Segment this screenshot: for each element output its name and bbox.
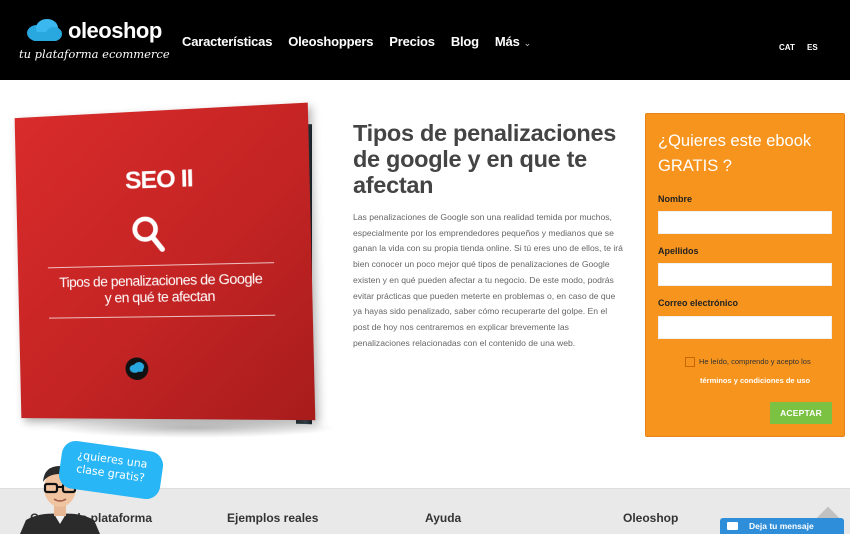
brand-name: oleoshop [68, 18, 162, 44]
nav-blog[interactable]: Blog [451, 34, 479, 49]
book-divider-top [48, 262, 274, 268]
terms-link[interactable]: términos y condiciones de uso [700, 376, 810, 385]
apellidos-label: Apellidos [658, 246, 699, 256]
footer-col-ayuda[interactable]: Ayuda [425, 511, 461, 525]
book-divider-bottom [49, 315, 275, 319]
nombre-input[interactable] [658, 211, 832, 234]
footer-col-oleoshop[interactable]: Oleoshop [623, 511, 678, 525]
nav-caracteristicas[interactable]: Características [182, 34, 272, 49]
top-header: oleoshop tu plataforma ecommerce Caracte… [0, 0, 850, 80]
nav-oleoshoppers[interactable]: Oleoshoppers [288, 34, 373, 49]
page: oleoshop tu plataforma ecommerce Caracte… [0, 0, 850, 534]
chevron-down-icon: ⌄ [524, 38, 531, 49]
ebook-signup-form: ¿Quieres este ebook GRATIS ? Nombre Apel… [645, 113, 845, 437]
lang-es[interactable]: ES [807, 43, 818, 52]
form-title: ¿Quieres este ebook GRATIS ? [658, 129, 838, 179]
chat-label: Deja tu mensaje [749, 521, 814, 531]
apellidos-input[interactable] [658, 263, 832, 286]
brand-logo[interactable]: oleoshop tu plataforma ecommerce [25, 14, 165, 66]
terms-text: He leído, comprendo y acepto los [699, 357, 811, 366]
accept-button[interactable]: ACEPTAR [770, 402, 832, 424]
book-oleoshop-badge [125, 357, 148, 380]
brand-tagline: tu plataforma ecommerce [19, 47, 170, 61]
email-input[interactable] [658, 316, 832, 339]
chat-widget-tab[interactable]: Deja tu mensaje [720, 518, 844, 534]
nombre-label: Nombre [658, 194, 692, 204]
article-body: Las penalizaciones de Google son una rea… [353, 210, 625, 351]
lang-cat[interactable]: CAT [779, 43, 795, 52]
main-nav: Características Oleoshoppers Precios Blo… [182, 34, 547, 49]
magnifier-icon [130, 213, 166, 255]
cloud-logo-icon [25, 18, 63, 42]
cloud-badge-icon [125, 357, 148, 380]
book-shadow [48, 418, 338, 438]
nav-precios[interactable]: Precios [389, 34, 435, 49]
nav-mas-label: Más [495, 34, 520, 49]
book-cover: SEO II Tipos de penalizaciones de Google… [15, 103, 316, 421]
mail-icon [727, 522, 738, 530]
terms-checkbox[interactable] [685, 357, 695, 367]
ebook-cover-image: SEO II Tipos de penalizaciones de Google… [18, 118, 338, 438]
nav-mas[interactable]: Más ⌄ [495, 34, 531, 49]
email-label: Correo electrónico [658, 298, 738, 308]
book-subtitle: Tipos de penalizaciones de Google y en q… [38, 270, 286, 307]
footer-col-ejemplos[interactable]: Ejemplos reales [227, 511, 318, 525]
article-title: Tipos de penalizaciones de google y en q… [353, 120, 633, 198]
book-title: SEO II [16, 160, 310, 200]
